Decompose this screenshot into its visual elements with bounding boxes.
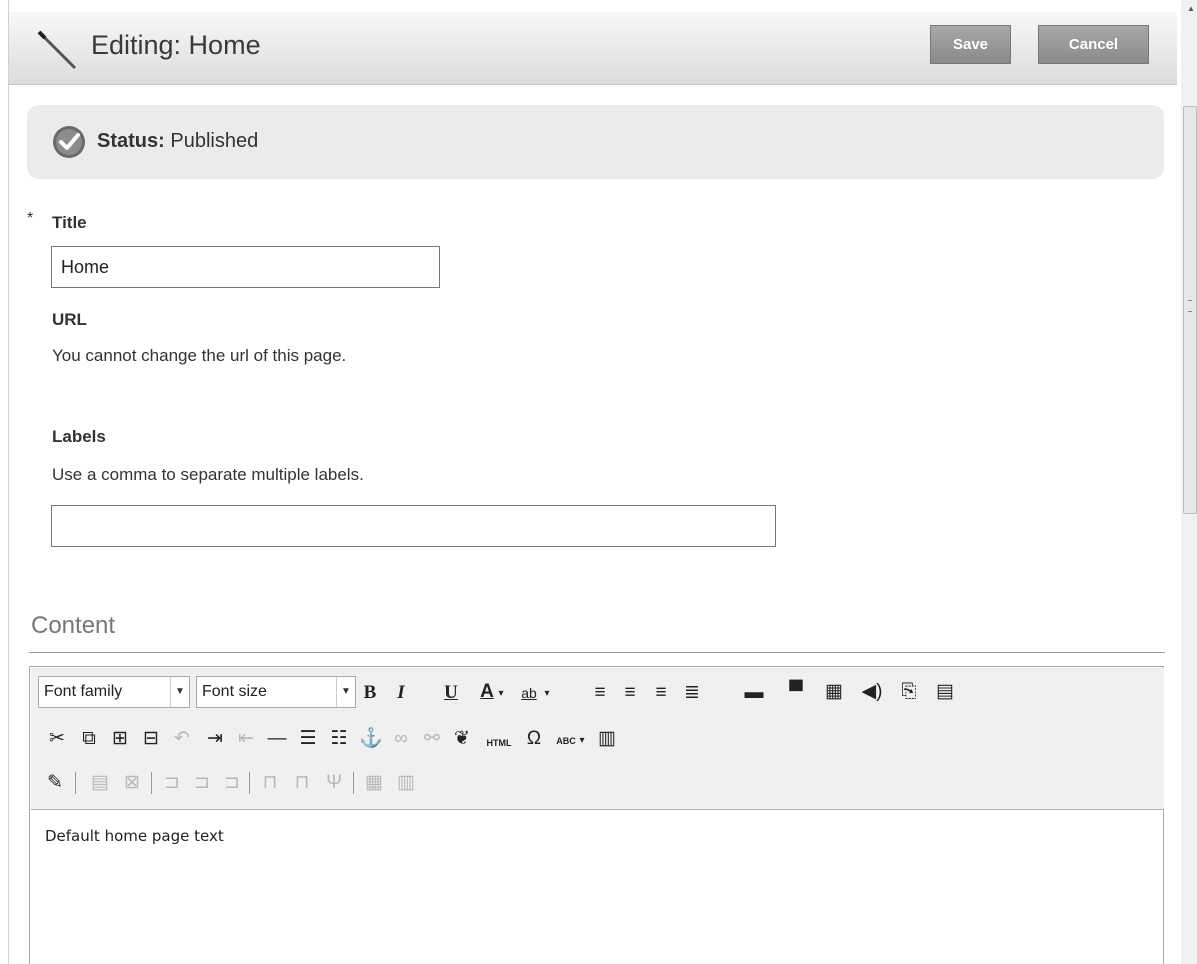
rich-text-editor: Font family ▼ Font size ▼ B I U A ▾ ab ▾… bbox=[29, 666, 1164, 964]
cell-props-icon[interactable]: ⊠ bbox=[119, 772, 145, 794]
save-button[interactable]: Save bbox=[930, 25, 1011, 64]
paste-word-icon[interactable]: ⊟ bbox=[138, 728, 164, 750]
status-value: Published bbox=[170, 130, 259, 152]
check-circle-icon bbox=[53, 126, 85, 158]
required-marker: * bbox=[27, 210, 34, 227]
font-size-select[interactable]: Font size ▼ bbox=[196, 676, 356, 708]
cut-icon[interactable]: ✂ bbox=[44, 728, 70, 750]
horizontal-rule-icon[interactable]: — bbox=[264, 728, 290, 750]
copy-icon[interactable]: ⧉ bbox=[76, 728, 102, 750]
paste-text-icon[interactable]: ⊞ bbox=[107, 728, 133, 750]
align-left-icon[interactable]: ≡ bbox=[587, 682, 613, 704]
font-family-select[interactable]: Font family ▼ bbox=[38, 676, 190, 708]
italic-icon[interactable]: I bbox=[388, 682, 414, 704]
align-justify-icon[interactable]: ≣ bbox=[679, 682, 705, 704]
delete-col-icon[interactable]: Ψ bbox=[321, 772, 347, 794]
special-char-icon[interactable]: Ω bbox=[521, 728, 547, 750]
font-size-value: Font size bbox=[202, 683, 267, 700]
url-help-text: You cannot change the url of this page. bbox=[52, 346, 347, 365]
html-source-icon[interactable]: HTML bbox=[481, 732, 517, 754]
bullet-list-icon[interactable]: ☰ bbox=[295, 728, 321, 750]
image-icon[interactable]: ▬ bbox=[741, 682, 767, 704]
status-label: Status: bbox=[97, 130, 165, 152]
content-divider bbox=[29, 652, 1165, 653]
scrollbar-grip-icon bbox=[1188, 300, 1192, 312]
undo-icon[interactable]: ↶ bbox=[169, 728, 195, 750]
editor-content[interactable]: Default home page text bbox=[45, 827, 224, 845]
page-border bbox=[8, 0, 9, 964]
numbered-list-icon[interactable]: ☷ bbox=[326, 728, 352, 750]
chevron-down-icon: ▼ bbox=[170, 677, 189, 707]
outdent-icon[interactable]: ⇤ bbox=[233, 728, 259, 750]
align-right-icon[interactable]: ≡ bbox=[648, 682, 674, 704]
labels-input[interactable] bbox=[51, 505, 776, 547]
align-center-icon[interactable]: ≡ bbox=[617, 682, 643, 704]
link-icon[interactable]: ∞ bbox=[388, 728, 414, 750]
audio-icon[interactable]: ◀) bbox=[859, 681, 885, 703]
delete-row-icon[interactable]: ⊐ bbox=[219, 772, 245, 794]
insert-col-before-icon[interactable]: ⊓ bbox=[257, 772, 283, 794]
media-embed-icon[interactable]: ▥ bbox=[594, 728, 620, 750]
chevron-down-icon[interactable]: ▾ bbox=[541, 683, 553, 705]
chevron-down-icon[interactable]: ▾ bbox=[495, 683, 507, 705]
status-panel: Status: Published bbox=[27, 105, 1164, 179]
merge-cells-icon[interactable]: ▥ bbox=[393, 772, 419, 794]
toolbar-separator bbox=[75, 772, 76, 794]
file-link-icon[interactable]: ⎘ bbox=[896, 681, 922, 703]
toolbar-separator bbox=[249, 772, 250, 794]
title-label: Title bbox=[52, 213, 87, 232]
bold-icon[interactable]: B bbox=[357, 682, 383, 704]
cancel-button[interactable]: Cancel bbox=[1038, 25, 1149, 64]
editor-header: Editing: Home Save Cancel bbox=[9, 12, 1177, 85]
row-props-icon[interactable]: ▤ bbox=[87, 772, 113, 794]
content-heading: Content bbox=[31, 612, 116, 639]
insert-row-before-icon[interactable]: ⊐ bbox=[159, 772, 185, 794]
split-cells-icon[interactable]: ▦ bbox=[361, 772, 387, 794]
labels-label: Labels bbox=[52, 427, 106, 446]
anchor-icon[interactable]: ⚓ bbox=[358, 728, 384, 750]
edit-table-icon[interactable]: ✎ bbox=[42, 772, 68, 794]
page-title: Editing: Home bbox=[91, 30, 261, 60]
editor-toolbar: Font family ▼ Font size ▼ B I U A ▾ ab ▾… bbox=[31, 668, 1164, 810]
template-icon[interactable]: ▤ bbox=[932, 681, 958, 703]
status-text: Status: Published bbox=[97, 130, 258, 153]
toolbar-separator bbox=[151, 772, 152, 794]
indent-icon[interactable]: ⇥ bbox=[202, 728, 228, 750]
labels-help-text: Use a comma to separate multiple labels. bbox=[52, 465, 364, 484]
url-label: URL bbox=[52, 310, 87, 329]
toolbar-separator bbox=[353, 772, 354, 794]
title-input[interactable] bbox=[51, 246, 440, 288]
pencil-icon bbox=[37, 30, 77, 70]
chevron-down-icon[interactable]: ▾ bbox=[576, 730, 588, 752]
film-icon[interactable]: ▦ bbox=[821, 681, 847, 703]
image-tree-icon[interactable]: ❦ bbox=[449, 728, 475, 750]
font-family-value: Font family bbox=[44, 683, 123, 700]
insert-row-after-icon[interactable]: ⊐ bbox=[189, 772, 215, 794]
insert-col-after-icon[interactable]: ⊓ bbox=[289, 772, 315, 794]
unlink-icon[interactable]: ⚯ bbox=[419, 728, 445, 750]
chevron-down-icon: ▼ bbox=[336, 677, 355, 707]
highlight-color-icon[interactable]: ab bbox=[516, 682, 542, 704]
scroll-up-arrow-icon[interactable]: ▲ bbox=[1187, 4, 1195, 13]
media-icon[interactable]: ▀ bbox=[783, 681, 809, 703]
underline-icon[interactable]: U bbox=[438, 682, 464, 704]
